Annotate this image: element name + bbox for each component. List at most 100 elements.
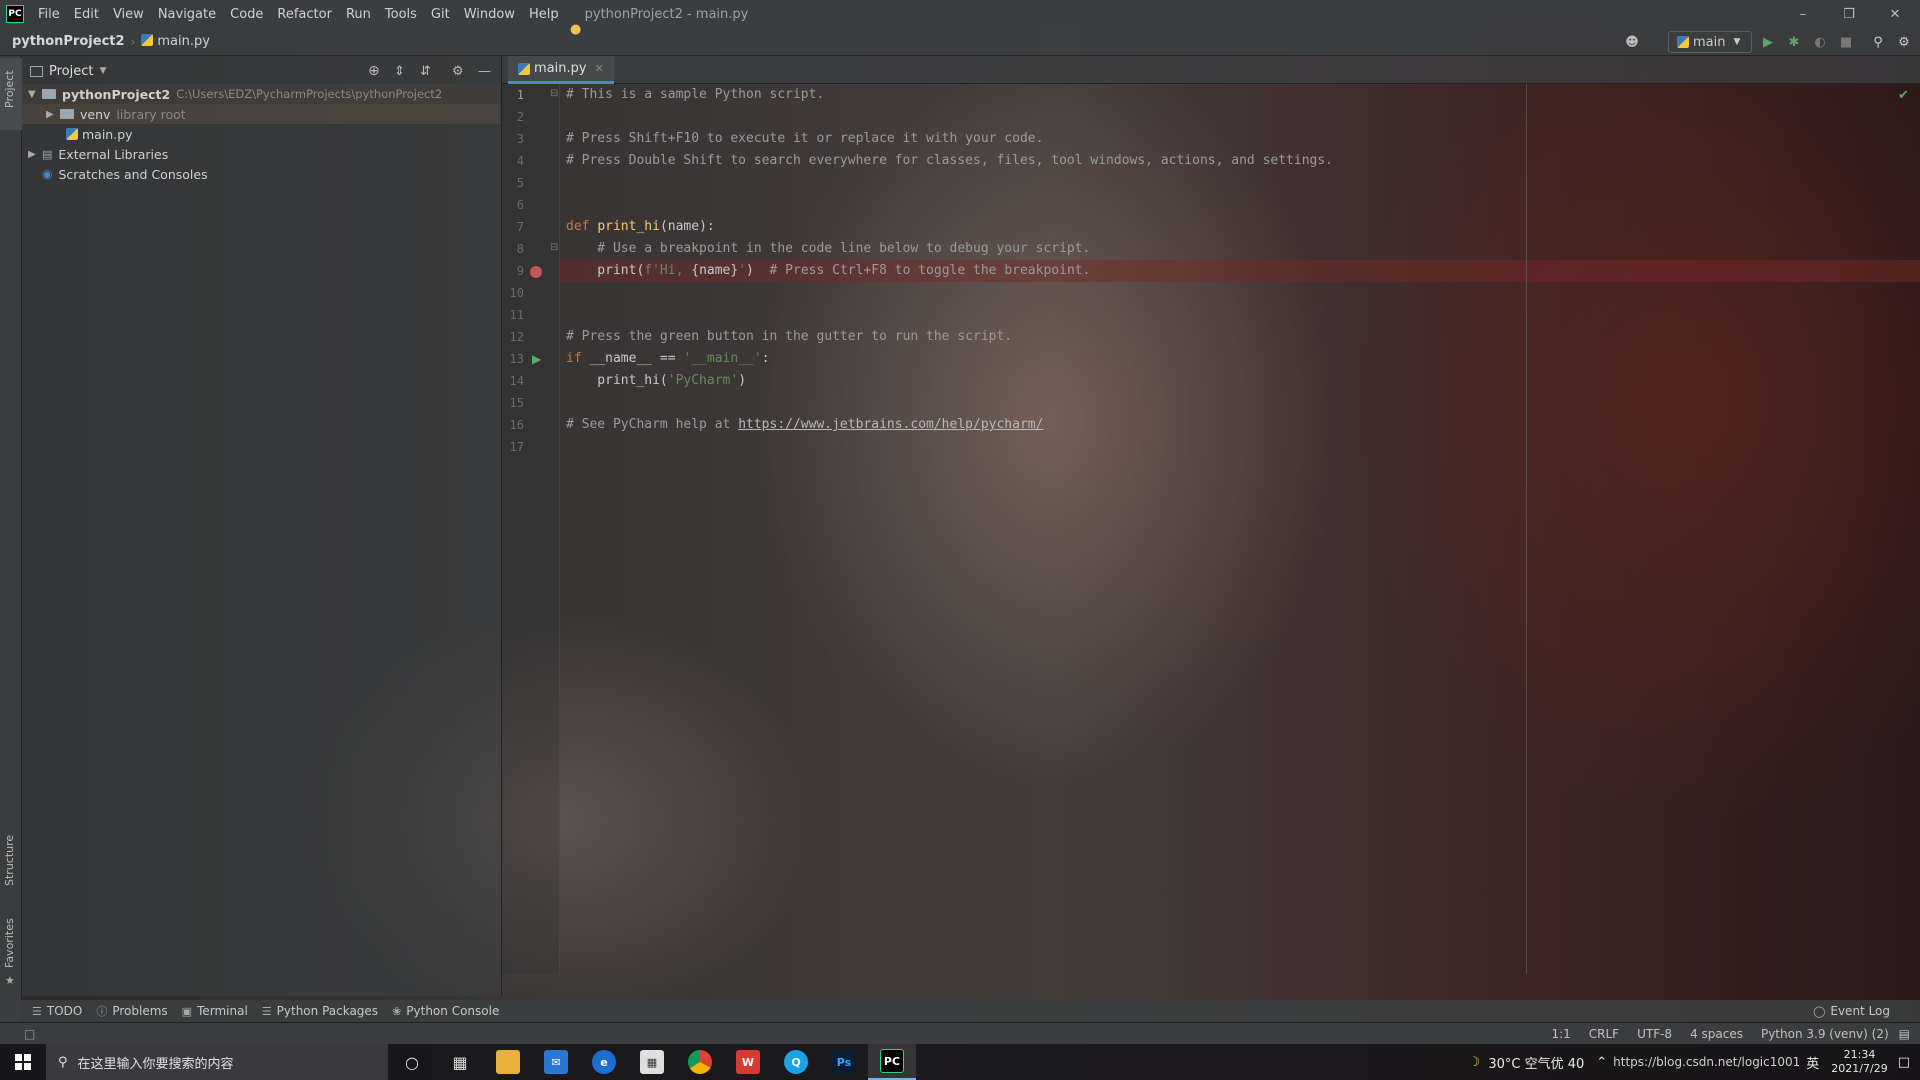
chevron-down-icon[interactable]: ▼ (99, 66, 106, 76)
structure-tool-label[interactable]: Structure (3, 835, 16, 886)
start-button[interactable] (0, 1044, 46, 1080)
collapse-all-icon[interactable]: ⇵ (420, 64, 431, 79)
menu-navigate[interactable]: Navigate (158, 7, 216, 22)
breadcrumb-project[interactable]: pythonProject2 (12, 34, 125, 49)
fold-icon[interactable]: ⊟ (550, 242, 558, 253)
menu-help[interactable]: Help (529, 7, 559, 22)
cortana-icon[interactable]: ○ (388, 1044, 436, 1080)
editor-tab-bar: main.py ✕ (502, 56, 1920, 84)
search-icon: ⚲ (58, 1054, 68, 1070)
lightbulb-icon[interactable]: ● (570, 22, 581, 37)
menu-git[interactable]: Git (431, 7, 450, 22)
tab-main-py[interactable]: main.py ✕ (508, 56, 614, 84)
chevron-right-icon[interactable]: ▶ (28, 149, 42, 160)
tree-item-scratches[interactable]: ◉ Scratches and Consoles (22, 164, 500, 184)
code-line-1: # This is a sample Python script. (566, 87, 825, 102)
task-view-icon[interactable]: ▦ (436, 1044, 484, 1080)
keyword-if: if (566, 351, 590, 366)
indent-setting[interactable]: 4 spaces (1690, 1027, 1743, 1041)
edge-icon[interactable]: e (580, 1044, 628, 1080)
menu-code[interactable]: Code (230, 7, 263, 22)
project-view-select[interactable]: Project (49, 64, 93, 79)
menu-view[interactable]: View (113, 7, 144, 22)
breakpoint-icon[interactable] (530, 266, 542, 278)
notification-icon[interactable]: □ (1898, 1055, 1910, 1070)
close-tab-icon[interactable]: ✕ (595, 62, 604, 75)
envelope-app-icon: ✉ (544, 1050, 568, 1074)
project-root-name: pythonProject2 (62, 86, 171, 102)
layers-icon: ☰ (261, 1004, 272, 1018)
photoshop-icon[interactable]: Ps (820, 1044, 868, 1080)
interpreter-select[interactable]: Python 3.9 (venv) (2) (1761, 1027, 1889, 1041)
code-text: {name} (691, 263, 739, 278)
chrome-icon[interactable] (676, 1044, 724, 1080)
menu-refactor[interactable]: Refactor (277, 7, 332, 22)
lock-icon[interactable]: ▤ (1899, 1027, 1910, 1041)
line-separator[interactable]: CRLF (1589, 1027, 1619, 1041)
file-explorer-icon[interactable] (484, 1044, 532, 1080)
todo-tool-button[interactable]: ☰ TODO (32, 1004, 82, 1018)
menu-file[interactable]: File (38, 7, 60, 22)
restore-icon[interactable]: ❐ (1826, 0, 1872, 28)
event-log-button[interactable]: ◯ Event Log (1813, 1004, 1890, 1018)
show-hidden-icons-icon[interactable]: ⌃ (1596, 1055, 1607, 1070)
caret-position[interactable]: 1:1 (1551, 1027, 1570, 1041)
problems-tool-button[interactable]: ⓘ Problems (96, 1003, 167, 1019)
chevron-down-icon[interactable]: ▼ (28, 89, 42, 100)
tree-item-venv[interactable]: ▶ venv library root (22, 104, 500, 124)
stop-icon[interactable]: ■ (1836, 32, 1856, 52)
inspection-ok-icon[interactable]: ✔ (1898, 88, 1909, 103)
user-icon[interactable]: ☻ (1622, 32, 1642, 52)
pycharm-taskbar-icon[interactable]: PC (868, 1044, 916, 1080)
taskbar-search-input[interactable]: ⚲ 在这里输入你要搜索的内容 (46, 1044, 388, 1080)
minimize-icon[interactable]: – (1780, 0, 1826, 28)
coverage-icon[interactable]: ◐ (1810, 32, 1830, 52)
menu-tools[interactable]: Tools (385, 7, 417, 22)
editor-gutter[interactable]: 1 2 3 4 5 6 7 8 9 10 11 12 13 14 15 16 1… (502, 84, 560, 974)
search-icon[interactable]: ⚲ (1868, 32, 1888, 52)
tool-windows-toggle-icon[interactable]: □ (24, 1027, 35, 1041)
menu-window[interactable]: Window (464, 7, 515, 22)
run-gutter-icon[interactable]: ▶ (532, 352, 541, 366)
breadcrumb-file[interactable]: main.py (141, 34, 210, 49)
code-text: : (761, 351, 770, 366)
run-icon[interactable]: ▶ (1758, 32, 1778, 52)
menu-edit[interactable]: Edit (74, 7, 99, 22)
function-name: print_hi (597, 219, 660, 234)
menu-run[interactable]: Run (346, 7, 371, 22)
favorites-tool-label[interactable]: Favorites (3, 918, 16, 968)
chevron-right-icon[interactable]: ▶ (46, 109, 60, 120)
windows-logo-icon (15, 1054, 31, 1070)
settings-gear-icon[interactable]: ⚙ (1894, 32, 1914, 52)
debug-icon[interactable]: ✱ (1784, 32, 1804, 52)
gear-icon[interactable]: ⚙ (452, 64, 464, 79)
weather-text[interactable]: 30°C 空气优 40 (1488, 1053, 1584, 1072)
chevron-down-icon: ▼ (1733, 37, 1741, 47)
line-number: 13 (509, 352, 524, 366)
line-number: 6 (516, 198, 524, 212)
mail-icon[interactable]: ✉ (532, 1044, 580, 1080)
tree-item-project-root[interactable]: ▼ pythonProject2 C:\Users\EDZ\PycharmPro… (22, 84, 500, 104)
python-console-tool-button[interactable]: ❀ Python Console (392, 1004, 499, 1018)
line-number: 16 (509, 418, 524, 432)
code-editor[interactable]: # This is a sample Python script. # Pres… (560, 84, 1920, 974)
run-configuration-select[interactable]: main ▼ (1668, 31, 1752, 53)
close-icon[interactable]: ✕ (1872, 0, 1918, 28)
clock-date: 2021/7/29 (1831, 1062, 1888, 1075)
locate-file-icon[interactable]: ⊕ (368, 63, 380, 79)
taskbar-clock[interactable]: 21:34 2021/7/29 (1831, 1048, 1887, 1076)
expand-all-icon[interactable]: ⇕ (394, 64, 405, 79)
tree-item-main-py[interactable]: main.py (22, 124, 500, 144)
hide-panel-icon[interactable]: — (478, 64, 491, 79)
python-packages-tool-button[interactable]: ☰ Python Packages (262, 1004, 378, 1018)
qq-browser-icon[interactable]: Q (772, 1044, 820, 1080)
terminal-tool-button[interactable]: ▣ Terminal (182, 1004, 248, 1018)
tree-item-external-libraries[interactable]: ▶ ▤ External Libraries (22, 144, 500, 164)
file-encoding[interactable]: UTF-8 (1637, 1027, 1672, 1041)
project-tool-button[interactable]: Project (0, 58, 22, 130)
store-icon[interactable]: ▦ (628, 1044, 676, 1080)
input-language[interactable]: 英 (1806, 1053, 1819, 1072)
help-link[interactable]: https://www.jetbrains.com/help/pycharm/ (738, 417, 1043, 432)
fold-icon[interactable]: ⊟ (550, 88, 558, 99)
wps-icon[interactable]: W (724, 1044, 772, 1080)
